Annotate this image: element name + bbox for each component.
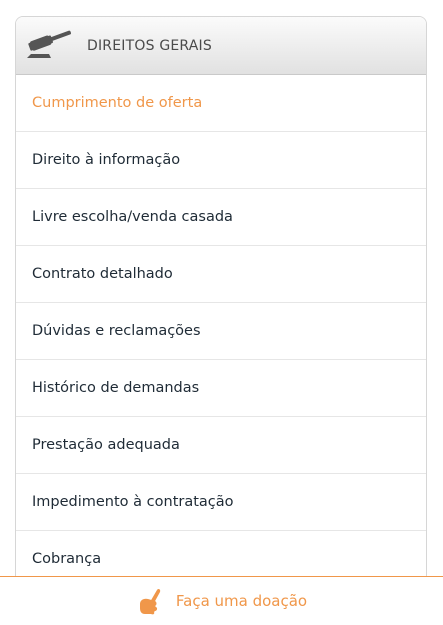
gavel-icon xyxy=(27,30,71,58)
menu-item-livre-escolha[interactable]: Livre escolha/venda casada xyxy=(16,189,426,246)
menu-item-contrato-detalhado[interactable]: Contrato detalhado xyxy=(16,246,426,303)
rights-menu: Cumprimento de oferta Direito à informaç… xyxy=(16,75,426,588)
menu-item-direito-a-informacao[interactable]: Direito à informação xyxy=(16,132,426,189)
menu-item-prestacao-adequada[interactable]: Prestação adequada xyxy=(16,417,426,474)
rights-panel: DIREITOS GERAIS Cumprimento de oferta Di… xyxy=(15,16,427,616)
menu-item-cumprimento-de-oferta[interactable]: Cumprimento de oferta xyxy=(16,75,426,132)
menu-item-impedimento-a-contratacao[interactable]: Impedimento à contratação xyxy=(16,474,426,531)
menu-item-duvidas-e-reclamacoes[interactable]: Dúvidas e reclamações xyxy=(16,303,426,360)
donate-label: Faça uma doação xyxy=(175,592,308,610)
panel-header: DIREITOS GERAIS xyxy=(16,17,426,75)
pointing-hand-icon xyxy=(139,588,161,615)
panel-title: DIREITOS GERAIS xyxy=(87,37,212,54)
menu-item-historico-de-demandas[interactable]: Histórico de demandas xyxy=(16,360,426,417)
donate-button[interactable]: Faça uma doação xyxy=(0,576,443,625)
